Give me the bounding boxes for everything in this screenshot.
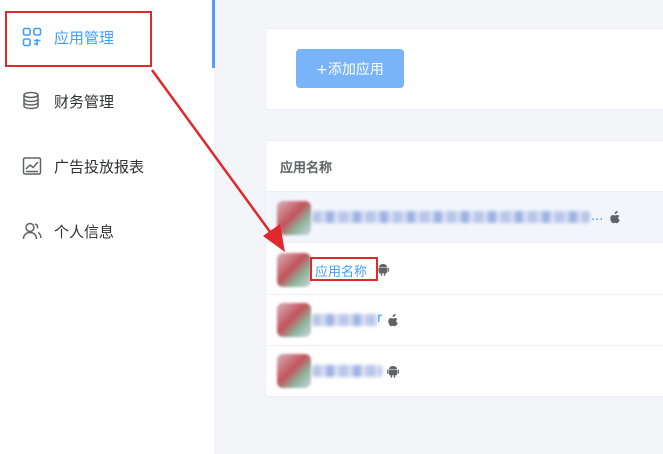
sidebar-item-profile[interactable]: 个人信息 xyxy=(0,211,212,251)
app-name-link[interactable] xyxy=(312,211,590,223)
app-name-link[interactable] xyxy=(312,314,378,326)
sidebar-item-label: 广告投放报表 xyxy=(54,157,145,176)
sidebar-item-ad-report[interactable]: 广告投放报表 xyxy=(0,146,212,186)
apple-icon xyxy=(610,211,620,224)
apple-icon xyxy=(388,314,398,327)
android-icon xyxy=(377,264,389,276)
app-avatar xyxy=(277,354,311,388)
sidebar-item-finance[interactable]: 财务管理 xyxy=(0,81,212,121)
app-avatar xyxy=(277,253,311,287)
coins-stack-icon xyxy=(23,91,39,110)
android-icon xyxy=(387,366,399,378)
add-app-button[interactable]: +添加应用 xyxy=(296,49,404,88)
sidebar: 应用管理 财务管理 广告投放报表 个人信息 xyxy=(0,0,214,454)
truncation-ellipsis: ... xyxy=(591,209,604,224)
divider xyxy=(266,345,663,346)
divider xyxy=(266,294,663,295)
app-avatar xyxy=(277,303,311,337)
app-name-link[interactable] xyxy=(312,365,382,377)
annotation-box-app-name xyxy=(310,257,378,281)
divider xyxy=(266,242,663,243)
sidebar-item-label: 个人信息 xyxy=(54,222,115,241)
sidebar-item-label: 财务管理 xyxy=(54,92,115,111)
users-icon xyxy=(22,222,42,240)
active-indicator xyxy=(212,0,215,68)
table-header-app-name: 应用名称 xyxy=(280,161,333,176)
app-avatar xyxy=(277,201,311,235)
chart-report-icon xyxy=(22,157,42,175)
annotation-box-sidebar xyxy=(5,11,152,67)
app-name-tail: r xyxy=(377,311,383,326)
